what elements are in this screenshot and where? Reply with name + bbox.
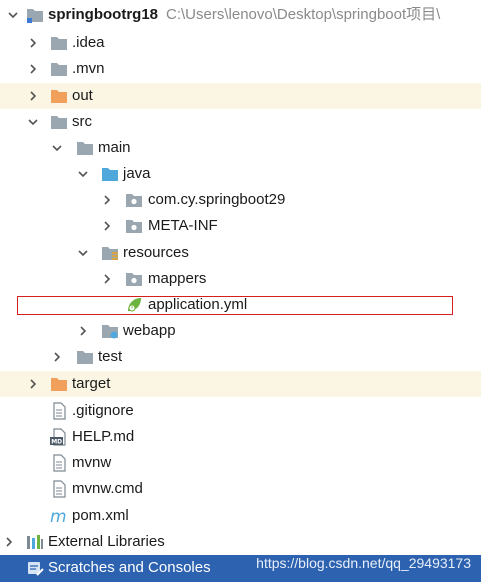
tree-row-idea[interactable]: .idea (0, 30, 481, 56)
chevron-right-icon[interactable] (100, 266, 114, 292)
tree-label-application-yml: application.yml (148, 296, 248, 313)
excluded-folder-icon (50, 375, 68, 393)
tree-label-external-libraries: External Libraries (48, 533, 165, 550)
chevron-down-icon[interactable] (76, 161, 90, 187)
root-path: C:\Users\lenovo\Desktop\springboot项目\ (166, 6, 441, 23)
tree-row-mvnw[interactable]: mvnw (0, 450, 481, 476)
tree-label-mvn: .mvn (72, 60, 105, 77)
tree-row-src[interactable]: src (0, 109, 481, 135)
folder-icon (76, 139, 94, 157)
tree-row-package[interactable]: com.cy.springboot29 (0, 187, 481, 213)
chevron-right-icon[interactable] (26, 83, 40, 109)
tree-row-meta-inf[interactable]: META-INF (0, 213, 481, 239)
tree-label-target: target (72, 375, 111, 392)
text-file-icon (50, 454, 68, 472)
chevron-down-icon[interactable] (50, 135, 64, 161)
tree-row-external-libraries[interactable]: External Libraries (0, 529, 481, 555)
tree-label-resources: resources (123, 244, 189, 261)
tree-label-mvnw: mvnw (72, 454, 112, 471)
tree-label-gitignore: .gitignore (72, 402, 134, 419)
chevron-right-icon[interactable] (76, 318, 90, 344)
tree-row-application-yml[interactable]: application.yml (0, 292, 481, 318)
folder-icon (50, 34, 68, 52)
module-folder-icon (26, 6, 44, 24)
chevron-right-icon[interactable] (2, 529, 16, 555)
root-name: springbootrg18 (48, 6, 159, 23)
tree-row-main[interactable]: main (0, 135, 481, 161)
tree-row-webapp[interactable]: webapp (0, 318, 481, 344)
text-file-icon (50, 402, 68, 420)
tree-row-out[interactable]: out (0, 83, 481, 109)
chevron-down-icon[interactable] (26, 109, 40, 135)
tree-label-webapp: webapp (123, 322, 176, 339)
chevron-right-icon[interactable] (26, 56, 40, 82)
resources-folder-icon (101, 244, 119, 262)
spring-leaf-icon (125, 296, 143, 314)
tree-label-scratches: Scratches and Consoles (48, 559, 211, 576)
library-icon (26, 533, 44, 551)
package-icon (125, 217, 143, 235)
watermark-text: https://blog.csdn.net/qq_29493173 (256, 555, 471, 571)
package-icon (125, 191, 143, 209)
tree-row-test[interactable]: test (0, 344, 481, 370)
tree-label-main: main (98, 139, 131, 156)
chevron-right-icon[interactable] (50, 344, 64, 370)
chevron-right-icon[interactable] (26, 30, 40, 56)
tree-row-mvnw-cmd[interactable]: mvnw.cmd (0, 476, 481, 502)
tree-label-pom-xml: pom.xml (72, 507, 129, 524)
package-icon (125, 270, 143, 288)
tree-row-target[interactable]: target (0, 371, 481, 397)
chevron-down-icon[interactable] (76, 240, 90, 266)
maven-icon: m (50, 507, 68, 525)
tree-label-idea: .idea (72, 34, 105, 51)
tree-label-mappers: mappers (148, 270, 207, 287)
chevron-right-icon[interactable] (100, 187, 114, 213)
tree-label-src: src (72, 113, 92, 130)
tree-row-resources[interactable]: resources (0, 240, 481, 266)
tree-label-java: java (123, 165, 151, 182)
svg-text:MD: MD (51, 439, 62, 446)
scratches-icon (26, 559, 44, 577)
tree-row-help-md[interactable]: MD HELP.md (0, 424, 481, 450)
web-folder-icon (101, 322, 119, 340)
tree-row-root[interactable]: springbootrg18 C:\Users\lenovo\Desktop\sp… (0, 2, 481, 28)
tree-row-gitignore[interactable]: .gitignore (0, 398, 481, 424)
text-file-icon (50, 480, 68, 498)
source-folder-icon (101, 165, 119, 183)
tree-label-out: out (72, 87, 93, 104)
project-tree: springbootrg18 C:\Users\lenovo\Desktop\sp… (0, 0, 481, 582)
tree-label-test: test (98, 348, 123, 365)
tree-row-mvn[interactable]: .mvn (0, 56, 481, 82)
chevron-right-icon[interactable] (26, 371, 40, 397)
tree-label-help-md: HELP.md (72, 428, 135, 445)
tree-label-meta-inf: META-INF (148, 217, 218, 234)
tree-row-mappers[interactable]: mappers (0, 266, 481, 292)
chevron-right-icon[interactable] (100, 213, 114, 239)
svg-text:m: m (50, 507, 67, 525)
folder-icon (50, 60, 68, 78)
markdown-file-icon: MD (50, 428, 68, 446)
tree-row-java[interactable]: java (0, 161, 481, 187)
tree-label-mvnw-cmd: mvnw.cmd (72, 480, 143, 497)
tree-label-package: com.cy.springboot29 (148, 191, 286, 208)
tree-row-pom-xml[interactable]: m pom.xml (0, 503, 481, 529)
excluded-folder-icon (50, 87, 68, 105)
folder-icon (76, 348, 94, 366)
folder-icon (50, 113, 68, 131)
chevron-down-icon[interactable] (6, 2, 20, 28)
